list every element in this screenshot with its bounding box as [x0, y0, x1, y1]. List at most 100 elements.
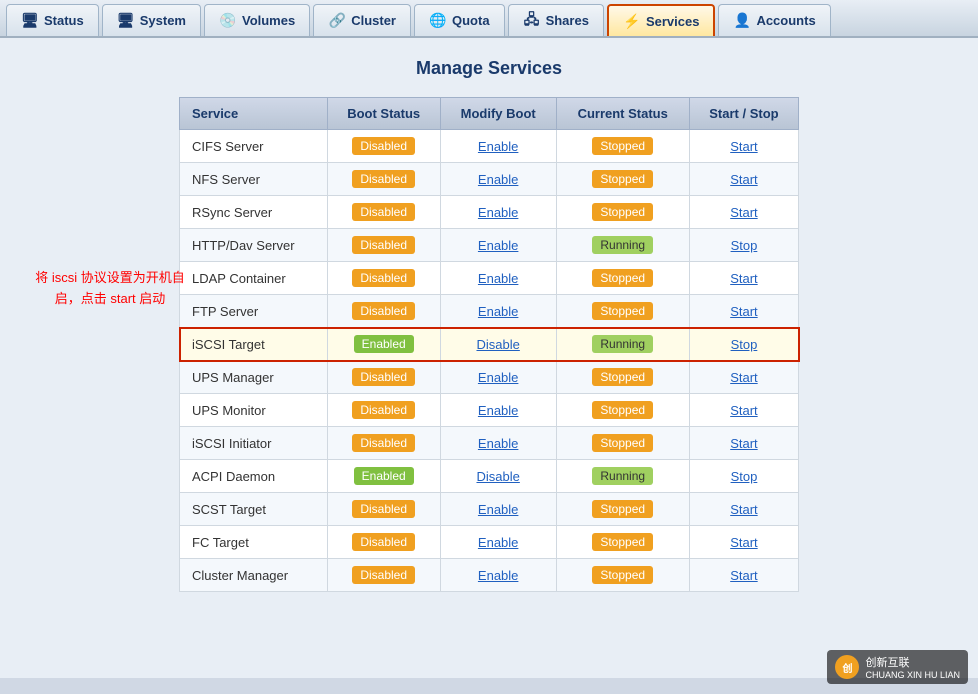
current-status: Stopped	[556, 163, 689, 196]
action-link[interactable]: Start	[689, 559, 798, 592]
services-table: Service Boot Status Modify Boot Current …	[179, 97, 799, 592]
modify-boot-link[interactable]: Disable	[440, 328, 556, 361]
action-link[interactable]: Start	[689, 427, 798, 460]
action-link[interactable]: Start	[689, 361, 798, 394]
boot-status: Disabled	[327, 394, 440, 427]
action-link[interactable]: Start	[689, 130, 798, 163]
modify-boot-link[interactable]: Enable	[440, 394, 556, 427]
action-link[interactable]: Start	[689, 163, 798, 196]
boot-status: Disabled	[327, 427, 440, 460]
tab-quota[interactable]: 🌐 Quota	[414, 4, 505, 36]
service-name: SCST Target	[180, 493, 328, 526]
services-icon: ⚡	[623, 12, 641, 30]
system-icon: 🖥	[117, 12, 135, 30]
tab-status-label: Status	[44, 13, 84, 28]
tab-shares-label: Shares	[546, 13, 589, 28]
tab-services[interactable]: ⚡ Services	[607, 4, 716, 36]
current-status: Stopped	[556, 526, 689, 559]
watermark-logo: 创	[835, 655, 859, 679]
boot-status: Disabled	[327, 163, 440, 196]
service-name: FTP Server	[180, 295, 328, 328]
shares-icon: 🖧	[523, 12, 541, 30]
boot-status: Disabled	[327, 229, 440, 262]
modify-boot-link[interactable]: Enable	[440, 163, 556, 196]
current-status: Stopped	[556, 262, 689, 295]
watermark-text: 创新互联 CHUANG XIN HU LIAN	[865, 654, 960, 680]
boot-status: Disabled	[327, 262, 440, 295]
table-row: RSync ServerDisabledEnableStoppedStart	[180, 196, 799, 229]
modify-boot-link[interactable]: Enable	[440, 361, 556, 394]
modify-boot-link[interactable]: Enable	[440, 196, 556, 229]
service-name: UPS Monitor	[180, 394, 328, 427]
boot-status: Disabled	[327, 526, 440, 559]
service-name: FC Target	[180, 526, 328, 559]
volumes-icon: 💿	[219, 12, 237, 30]
tab-accounts-label: Accounts	[756, 13, 815, 28]
current-status: Stopped	[556, 427, 689, 460]
tab-shares[interactable]: 🖧 Shares	[508, 4, 604, 36]
boot-status: Disabled	[327, 295, 440, 328]
col-start-stop: Start / Stop	[689, 98, 798, 130]
current-status: Stopped	[556, 394, 689, 427]
tab-services-label: Services	[646, 14, 700, 29]
table-row: UPS ManagerDisabledEnableStoppedStart	[180, 361, 799, 394]
col-current-status: Current Status	[556, 98, 689, 130]
service-name: NFS Server	[180, 163, 328, 196]
action-link[interactable]: Start	[689, 262, 798, 295]
modify-boot-link[interactable]: Enable	[440, 262, 556, 295]
action-link[interactable]: Start	[689, 394, 798, 427]
action-link[interactable]: Start	[689, 526, 798, 559]
table-row: iSCSI TargetEnabledDisableRunningStop	[180, 328, 799, 361]
table-row: ACPI DaemonEnabledDisableRunningStop	[180, 460, 799, 493]
service-name: iSCSI Target	[180, 328, 328, 361]
table-row: Cluster ManagerDisabledEnableStoppedStar…	[180, 559, 799, 592]
annotation-text: 将 iscsi 协议设置为开机自启，点击 start 启动	[35, 270, 185, 306]
service-name: LDAP Container	[180, 262, 328, 295]
tab-system[interactable]: 🖥 System	[102, 4, 201, 36]
table-row: LDAP ContainerDisabledEnableStoppedStart	[180, 262, 799, 295]
table-header-row: Service Boot Status Modify Boot Current …	[180, 98, 799, 130]
tab-system-label: System	[140, 13, 186, 28]
modify-boot-link[interactable]: Disable	[440, 460, 556, 493]
action-link[interactable]: Start	[689, 196, 798, 229]
boot-status: Disabled	[327, 493, 440, 526]
modify-boot-link[interactable]: Enable	[440, 295, 556, 328]
modify-boot-link[interactable]: Enable	[440, 493, 556, 526]
modify-boot-link[interactable]: Enable	[440, 130, 556, 163]
current-status: Stopped	[556, 196, 689, 229]
action-link[interactable]: Start	[689, 493, 798, 526]
service-name: HTTP/Dav Server	[180, 229, 328, 262]
service-name: CIFS Server	[180, 130, 328, 163]
action-link[interactable]: Stop	[689, 328, 798, 361]
service-name: Cluster Manager	[180, 559, 328, 592]
current-status: Running	[556, 328, 689, 361]
watermark: 创 创新互联 CHUANG XIN HU LIAN	[827, 650, 968, 684]
top-navigation: 🖥 Status 🖥 System 💿 Volumes 🔗 Cluster 🌐 …	[0, 0, 978, 38]
modify-boot-link[interactable]: Enable	[440, 229, 556, 262]
service-name: UPS Manager	[180, 361, 328, 394]
tab-cluster[interactable]: 🔗 Cluster	[313, 4, 411, 36]
action-link[interactable]: Start	[689, 295, 798, 328]
cluster-icon: 🔗	[328, 12, 346, 30]
boot-status: Disabled	[327, 361, 440, 394]
service-name: iSCSI Initiator	[180, 427, 328, 460]
service-name: ACPI Daemon	[180, 460, 328, 493]
boot-status: Disabled	[327, 130, 440, 163]
modify-boot-link[interactable]: Enable	[440, 427, 556, 460]
current-status: Stopped	[556, 295, 689, 328]
action-link[interactable]: Stop	[689, 460, 798, 493]
table-row: FTP ServerDisabledEnableStoppedStart	[180, 295, 799, 328]
tab-status[interactable]: 🖥 Status	[6, 4, 99, 36]
status-icon: 🖥	[21, 12, 39, 30]
tab-volumes-label: Volumes	[242, 13, 295, 28]
modify-boot-link[interactable]: Enable	[440, 526, 556, 559]
tab-accounts[interactable]: 👤 Accounts	[718, 4, 830, 36]
current-status: Running	[556, 460, 689, 493]
table-row: SCST TargetDisabledEnableStoppedStart	[180, 493, 799, 526]
modify-boot-link[interactable]: Enable	[440, 559, 556, 592]
quota-icon: 🌐	[429, 12, 447, 30]
main-content: Manage Services 将 iscsi 协议设置为开机自启，点击 sta…	[0, 38, 978, 678]
col-modify-boot: Modify Boot	[440, 98, 556, 130]
action-link[interactable]: Stop	[689, 229, 798, 262]
tab-volumes[interactable]: 💿 Volumes	[204, 4, 310, 36]
